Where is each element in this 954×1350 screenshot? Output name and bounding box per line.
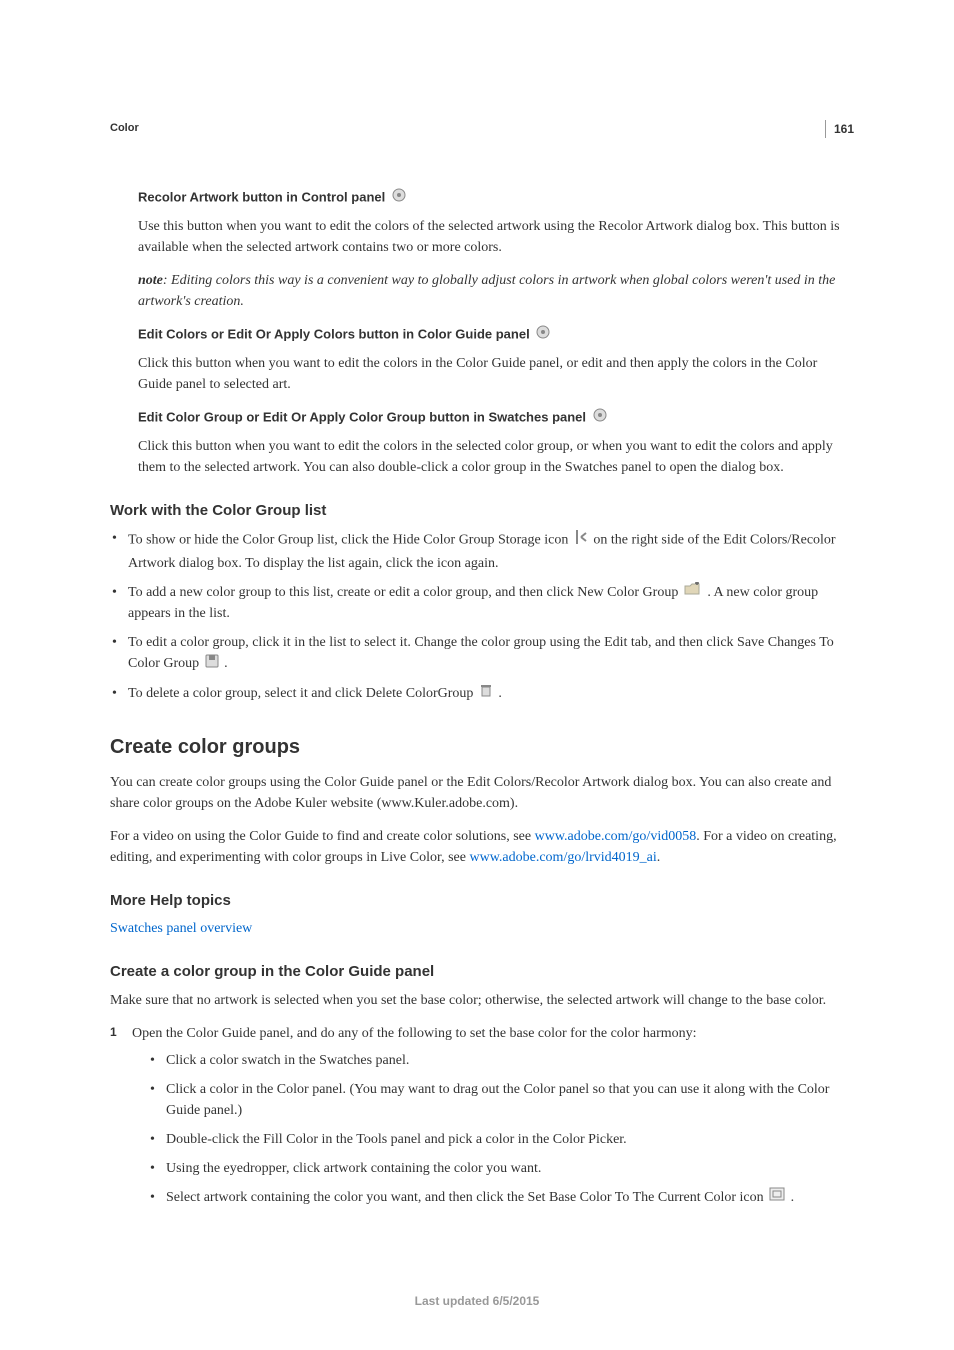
color-wheel-icon [391,187,407,210]
subhead-create-guide: Create a color group in the Color Guide … [110,961,844,984]
list-item: To add a new color group to this list, c… [110,582,844,624]
breadcrumb: Color [110,120,844,137]
list-item: Click a color in the Color panel. (You m… [150,1079,844,1121]
list-item: Double-click the Fill Color in the Tools… [150,1129,844,1150]
bullet-text: To edit a color group, click it in the l… [128,635,834,671]
def-term-edit-colors: Edit Colors or Edit Or Apply Colors butt… [138,326,530,341]
note-recolor: note: Editing colors this way is a conve… [138,270,844,312]
sub-text: . [791,1190,795,1205]
sub-text: Double-click the Fill Color in the Tools… [166,1132,627,1147]
section-body-links: For a video on using the Color Guide to … [110,826,844,868]
color-wheel-icon [535,324,551,347]
hide-storage-icon [574,528,588,553]
new-color-group-icon [684,582,702,603]
link-swatches-overview[interactable]: Swatches panel overview [110,921,252,936]
subhead-more-help: More Help topics [110,890,844,913]
sub-text: Click a color in the Color panel. (You m… [166,1082,829,1118]
bullet-text: To delete a color group, select it and c… [128,686,477,701]
def-body-edit-group: Click this button when you want to edit … [138,436,844,478]
note-text: : Editing colors this way is a convenien… [138,273,835,309]
link-vid0058[interactable]: www.adobe.com/go/vid0058 [535,829,697,844]
bullet-text: . [498,686,502,701]
def-term-edit-group: Edit Color Group or Edit Or Apply Color … [138,409,586,424]
set-base-color-icon [769,1187,785,1208]
sub-text: Select artwork containing the color you … [166,1190,767,1205]
delete-color-group-icon [479,683,493,704]
def-term-recolor: Recolor Artwork button in Control panel [138,189,385,204]
section-body: You can create color groups using the Co… [110,772,844,814]
list-item: Select artwork containing the color you … [150,1187,844,1208]
sub-text: Click a color swatch in the Swatches pan… [166,1053,409,1068]
page-number: 161 [825,120,854,138]
text: . [657,850,661,865]
list-item: To show or hide the Color Group list, cl… [110,528,844,574]
list-item: Click a color swatch in the Swatches pan… [150,1050,844,1071]
step-text: Open the Color Guide panel, and do any o… [132,1026,697,1041]
list-item: To edit a color group, click it in the l… [110,632,844,674]
list-item: Using the eyedropper, click artwork cont… [150,1158,844,1179]
def-body-edit-colors: Click this button when you want to edit … [138,353,844,395]
color-wheel-icon [592,407,608,430]
list-item: To delete a color group, select it and c… [110,683,844,704]
note-label: note [138,273,163,288]
save-changes-icon [205,654,219,675]
step-number: 1 [110,1023,117,1041]
footer-last-updated: Last updated 6/5/2015 [0,1292,954,1310]
create-intro: Make sure that no artwork is selected wh… [110,990,844,1011]
def-body-recolor: Use this button when you want to edit th… [138,216,844,258]
section-head-create: Create color groups [110,732,844,762]
bullet-text: To add a new color group to this list, c… [128,585,682,600]
bullet-text: . [224,656,228,671]
bullet-text: To show or hide the Color Group list, cl… [128,533,572,548]
link-lrvid4019[interactable]: www.adobe.com/go/lrvid4019_ai [469,850,656,865]
step-1: 1 Open the Color Guide panel, and do any… [110,1023,844,1208]
text: For a video on using the Color Guide to … [110,829,535,844]
subhead-work-list: Work with the Color Group list [110,500,844,523]
sub-text: Using the eyedropper, click artwork cont… [166,1161,541,1176]
